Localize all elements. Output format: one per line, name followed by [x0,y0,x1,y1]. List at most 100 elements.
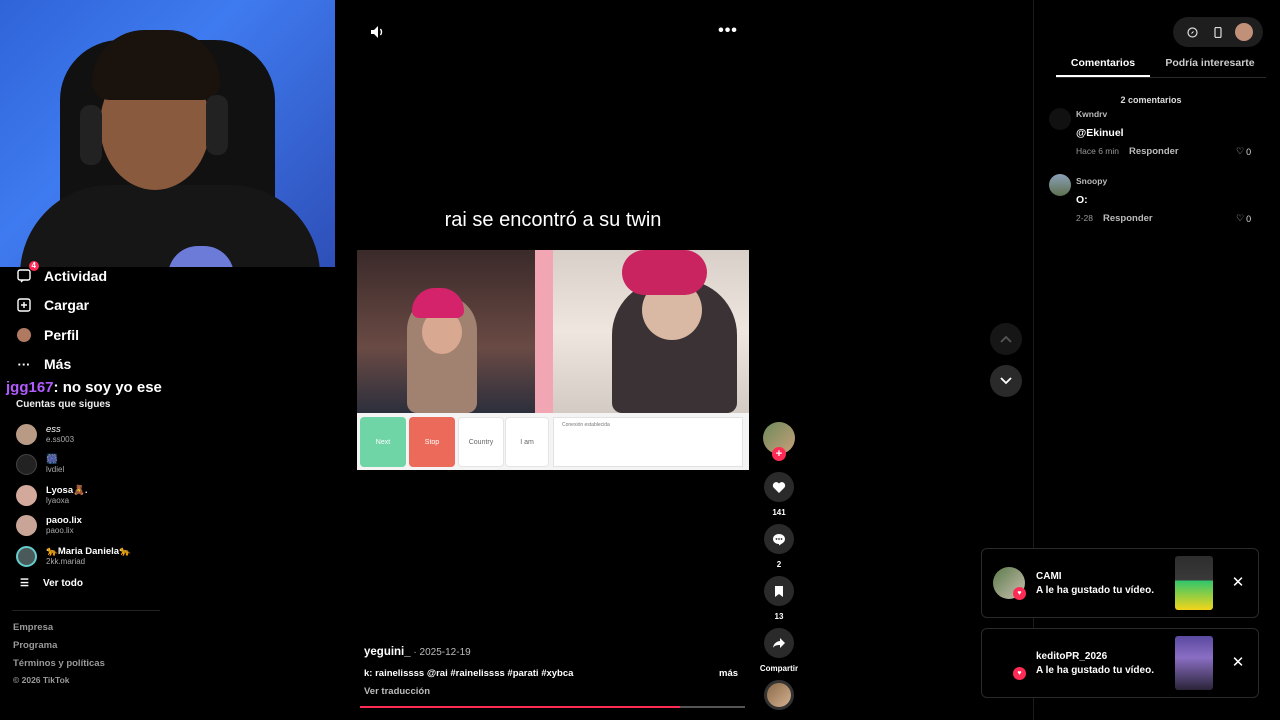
volume-button[interactable] [368,23,388,41]
heart-badge-icon: ♥ [1013,587,1026,600]
following-account-item[interactable]: ess e.ss003 [16,421,74,447]
save-button[interactable] [764,576,794,606]
comment-like-button[interactable]: ♡ 0 [1236,146,1251,157]
following-accounts-title: Cuentas que sigues [16,399,111,410]
footer-link-terms[interactable]: Términos y políticas [13,658,105,669]
account-avatar [16,484,37,506]
nav-upload[interactable]: Cargar [16,293,89,317]
video-left-feed [357,250,553,413]
compass-icon[interactable] [1183,23,1201,41]
bookmark-icon [775,585,783,597]
user-avatar[interactable] [1235,23,1253,41]
notification-close-button[interactable]: ✕ [1230,654,1246,671]
more-dots-icon: ··· [17,356,31,372]
account-name: 🎆 [46,453,58,465]
account-handle: paoo.lix [46,525,74,535]
like-notification[interactable]: ♥ CAMI A le ha gustado tu vídeo. ✕ [981,548,1259,618]
copyright: © 2026 TikTok [13,675,70,685]
sound-disc-avatar[interactable] [764,680,794,710]
description-more-button[interactable]: más [719,668,738,679]
comment-like-count: 0 [1246,213,1252,224]
upload-icon [16,297,32,313]
streamer-shirt [20,185,320,267]
country-button-in-video: Country [458,417,504,467]
pink-bonnet-right [622,250,707,295]
comment-count-label: 2 comentarios [1120,95,1182,105]
account-handle: lvdiel [46,464,65,474]
footer-link-company[interactable]: Empresa [13,622,53,633]
footer-link-program[interactable]: Programa [13,640,57,651]
tab-comments[interactable]: Comentarios [1056,57,1150,69]
nav-profile[interactable]: Perfil [16,323,79,347]
video-progress-bar[interactable] [360,706,745,708]
account-name: Lyosa🧸. [46,484,88,496]
comment-username[interactable]: Snoopy [1076,176,1107,186]
notification-message: A le ha gustado tu vídeo. [1036,665,1154,676]
comment-username[interactable]: Kwndrv [1076,109,1107,119]
share-label: Compartir [759,664,799,673]
account-avatar [16,423,37,445]
previous-video-button[interactable] [990,323,1022,355]
notification-close-button[interactable]: ✕ [1230,574,1246,591]
comment-count: 2 [776,560,782,569]
headset-left [80,105,102,165]
sidebar-divider [12,610,160,611]
comment-reply-button[interactable]: Responder [1103,213,1153,224]
video-author-line[interactable]: yeguini_ · 2025-12-19 [364,646,471,658]
following-account-item[interactable]: 🐆Maria Daniela🐆 2kk.mariad [16,543,131,569]
tab-you-may-like[interactable]: Podría interesarte [1150,57,1270,69]
notification-message: A le ha gustado tu vídeo. [1036,585,1154,596]
video-chat-text: Conexión establecida [562,422,610,428]
phone-icon[interactable] [1209,23,1227,41]
active-tab-indicator [1056,75,1150,77]
account-name: ess [46,423,61,435]
comment-avatar[interactable] [1049,108,1071,130]
video-author-name[interactable]: yeguini_ [364,646,411,658]
share-button[interactable] [764,628,794,658]
activity-icon: 4 [16,261,39,284]
like-count: 141 [772,508,786,517]
close-icon: ✕ [1231,574,1245,591]
close-icon: ✕ [1231,654,1245,671]
video-chat-controls: Next Stop Country I am Conexión establec… [357,413,749,470]
following-account-item[interactable]: Lyosa🧸. lyaoxa [16,482,88,508]
pink-bonnet-left [412,288,464,318]
more-options-button[interactable]: ••• [716,22,740,40]
stream-chat-message: jgg167: no soy yo ese [6,379,162,396]
comment-bubble-icon [773,533,785,545]
nav-more[interactable]: ··· Más [16,352,72,376]
see-translation-button[interactable]: Ver traducción [364,686,430,697]
chevron-up-icon [1000,335,1012,343]
like-notification[interactable]: ♥ keditoPR_2026 A le ha gustado tu vídeo… [981,628,1259,698]
chat-text: : no soy yo ese [53,379,162,396]
nav-upload-label: Cargar [44,297,90,313]
follow-plus-icon[interactable]: + [772,447,786,461]
account-name: 🐆Maria Daniela🐆 [46,545,131,557]
comment-like-count: 0 [1246,146,1252,157]
comment-button[interactable] [764,524,794,554]
headset-right [206,95,228,155]
nav-activity[interactable]: 4 Actividad [16,261,107,288]
notification-video-thumbnail [1175,636,1213,690]
share-arrow-icon [773,638,785,648]
following-account-item[interactable]: paoo.lix paoo.lix [16,512,82,538]
comment-text: O: [1076,194,1088,206]
see-all-button[interactable]: ☰ Ver todo [20,578,83,589]
see-all-label: Ver todo [42,578,83,589]
like-button[interactable] [764,472,794,502]
following-account-item[interactable]: 🎆 lvdiel [16,451,64,477]
comment-avatar[interactable] [1049,174,1071,196]
next-button-in-video: Next [360,417,406,467]
video-chat-box: Conexión establecida [553,417,743,467]
notification-username: CAMI [1036,571,1062,582]
video-date: · 2025-12-19 [410,647,471,658]
comment-like-button[interactable]: ♡ 0 [1236,213,1251,224]
video-player[interactable]: Next Stop Country I am Conexión establec… [357,250,749,470]
comment-reply-button[interactable]: Responder [1129,146,1179,157]
heart-outline-icon: ♡ [1236,146,1245,156]
stop-button-in-video: Stop [409,417,455,467]
account-avatar [16,453,37,475]
notification-username: keditoPR_2026 [1036,651,1108,662]
account-avatar [16,514,37,536]
next-video-button[interactable] [990,365,1022,397]
